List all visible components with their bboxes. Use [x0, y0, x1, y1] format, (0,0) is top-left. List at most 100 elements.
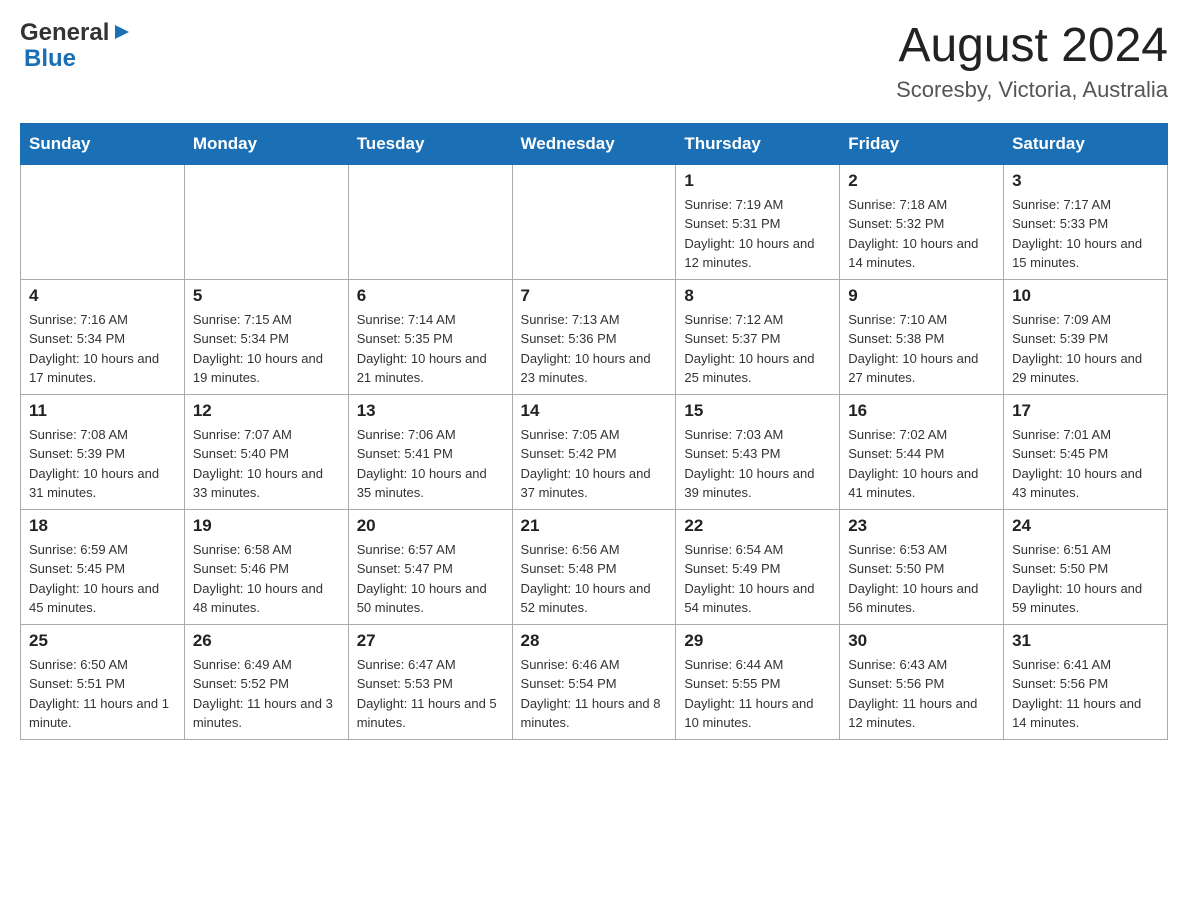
calendar-cell-w2-d4: 8 Sunrise: 7:12 AM Sunset: 5:37 PM Daylig…	[676, 279, 840, 394]
day-info-6: Sunrise: 7:14 AM Sunset: 5:35 PM Dayligh…	[357, 310, 504, 388]
header-friday: Friday	[840, 123, 1004, 164]
day-info-11: Sunrise: 7:08 AM Sunset: 5:39 PM Dayligh…	[29, 425, 176, 503]
calendar-cell-w4-d2: 20Sunrise: 6:57 AM Sunset: 5:47 PM Dayli…	[348, 509, 512, 624]
calendar-cell-w4-d3: 21 Sunrise: 6:56 AM Sunset: 5:48 PM Dayli…	[512, 509, 676, 624]
page-header: General Blue August 2024 Scoresby, Victo…	[20, 20, 1168, 103]
day-number-28: 28	[521, 631, 668, 651]
header-tuesday: Tuesday	[348, 123, 512, 164]
location-subtitle: Scoresby, Victoria, Australia	[896, 77, 1168, 103]
day-number-31: 31	[1012, 631, 1159, 651]
day-info-8: Sunrise: 7:12 AM Sunset: 5:37 PM Dayligh…	[684, 310, 831, 388]
day-info-27: Sunrise: 6:47 AM Sunset: 5:53 PM Dayligh…	[357, 655, 504, 733]
calendar-cell-w4-d1: 19Sunrise: 6:58 AM Sunset: 5:46 PM Dayli…	[184, 509, 348, 624]
day-number-4: 4	[29, 286, 176, 306]
calendar-cell-w5-d4: 29 Sunrise: 6:44 AM Sunset: 5:55 PM Dayli…	[676, 624, 840, 739]
calendar-cell-w1-d3	[512, 164, 676, 279]
day-number-27: 27	[357, 631, 504, 651]
calendar-cell-w5-d0: 25Sunrise: 6:50 AM Sunset: 5:51 PM Dayli…	[21, 624, 185, 739]
day-number-14: 14	[521, 401, 668, 421]
day-info-1: Sunrise: 7:19 AM Sunset: 5:31 PM Dayligh…	[684, 195, 831, 273]
calendar-cell-w4-d0: 18Sunrise: 6:59 AM Sunset: 5:45 PM Dayli…	[21, 509, 185, 624]
day-info-17: Sunrise: 7:01 AM Sunset: 5:45 PM Dayligh…	[1012, 425, 1159, 503]
day-info-13: Sunrise: 7:06 AM Sunset: 5:41 PM Dayligh…	[357, 425, 504, 503]
calendar-cell-w3-d1: 12 Sunrise: 7:07 AM Sunset: 5:40 PM Dayli…	[184, 394, 348, 509]
logo-blue: Blue	[24, 46, 133, 72]
header-wednesday: Wednesday	[512, 123, 676, 164]
calendar-cell-w1-d5: 2 Sunrise: 7:18 AM Sunset: 5:32 PM Daylig…	[840, 164, 1004, 279]
day-number-23: 23	[848, 516, 995, 536]
day-number-7: 7	[521, 286, 668, 306]
day-number-2: 2	[848, 171, 995, 191]
calendar-header-row: Sunday Monday Tuesday Wednesday Thursday…	[21, 123, 1168, 164]
day-number-17: 17	[1012, 401, 1159, 421]
calendar-cell-w2-d3: 7 Sunrise: 7:13 AM Sunset: 5:36 PM Daylig…	[512, 279, 676, 394]
calendar-cell-w5-d5: 30 Sunrise: 6:43 AM Sunset: 5:56 PM Dayli…	[840, 624, 1004, 739]
day-info-4: Sunrise: 7:16 AM Sunset: 5:34 PM Dayligh…	[29, 310, 176, 388]
calendar-week-5: 25Sunrise: 6:50 AM Sunset: 5:51 PM Dayli…	[21, 624, 1168, 739]
day-number-1: 1	[684, 171, 831, 191]
day-number-26: 26	[193, 631, 340, 651]
day-info-19: Sunrise: 6:58 AM Sunset: 5:46 PM Dayligh…	[193, 540, 340, 618]
day-info-7: Sunrise: 7:13 AM Sunset: 5:36 PM Dayligh…	[521, 310, 668, 388]
day-info-28: Sunrise: 6:46 AM Sunset: 5:54 PM Dayligh…	[521, 655, 668, 733]
day-info-14: Sunrise: 7:05 AM Sunset: 5:42 PM Dayligh…	[521, 425, 668, 503]
calendar-table: Sunday Monday Tuesday Wednesday Thursday…	[20, 123, 1168, 740]
day-number-8: 8	[684, 286, 831, 306]
header-sunday: Sunday	[21, 123, 185, 164]
calendar-cell-w3-d4: 15Sunrise: 7:03 AM Sunset: 5:43 PM Dayli…	[676, 394, 840, 509]
calendar-cell-w3-d0: 11 Sunrise: 7:08 AM Sunset: 5:39 PM Dayli…	[21, 394, 185, 509]
day-number-21: 21	[521, 516, 668, 536]
day-number-3: 3	[1012, 171, 1159, 191]
day-info-15: Sunrise: 7:03 AM Sunset: 5:43 PM Dayligh…	[684, 425, 831, 503]
day-info-12: Sunrise: 7:07 AM Sunset: 5:40 PM Dayligh…	[193, 425, 340, 503]
day-info-5: Sunrise: 7:15 AM Sunset: 5:34 PM Dayligh…	[193, 310, 340, 388]
calendar-cell-w3-d6: 17 Sunrise: 7:01 AM Sunset: 5:45 PM Dayli…	[1004, 394, 1168, 509]
calendar-week-2: 4 Sunrise: 7:16 AM Sunset: 5:34 PM Daylig…	[21, 279, 1168, 394]
day-number-25: 25	[29, 631, 176, 651]
day-number-6: 6	[357, 286, 504, 306]
day-info-10: Sunrise: 7:09 AM Sunset: 5:39 PM Dayligh…	[1012, 310, 1159, 388]
header-thursday: Thursday	[676, 123, 840, 164]
calendar-cell-w1-d2	[348, 164, 512, 279]
calendar-cell-w5-d1: 26 Sunrise: 6:49 AM Sunset: 5:52 PM Dayli…	[184, 624, 348, 739]
logo: General Blue	[20, 20, 133, 73]
day-number-29: 29	[684, 631, 831, 651]
day-number-20: 20	[357, 516, 504, 536]
day-number-24: 24	[1012, 516, 1159, 536]
calendar-cell-w1-d1	[184, 164, 348, 279]
header-saturday: Saturday	[1004, 123, 1168, 164]
day-number-16: 16	[848, 401, 995, 421]
calendar-week-3: 11 Sunrise: 7:08 AM Sunset: 5:39 PM Dayli…	[21, 394, 1168, 509]
day-number-10: 10	[1012, 286, 1159, 306]
calendar-cell-w1-d4: 1 Sunrise: 7:19 AM Sunset: 5:31 PM Daylig…	[676, 164, 840, 279]
calendar-cell-w5-d3: 28 Sunrise: 6:46 AM Sunset: 5:54 PM Dayli…	[512, 624, 676, 739]
day-info-30: Sunrise: 6:43 AM Sunset: 5:56 PM Dayligh…	[848, 655, 995, 733]
day-number-18: 18	[29, 516, 176, 536]
day-info-2: Sunrise: 7:18 AM Sunset: 5:32 PM Dayligh…	[848, 195, 995, 273]
logo-arrow-icon	[111, 21, 133, 43]
calendar-cell-w1-d0	[21, 164, 185, 279]
calendar-cell-w1-d6: 3 Sunrise: 7:17 AM Sunset: 5:33 PM Daylig…	[1004, 164, 1168, 279]
day-info-29: Sunrise: 6:44 AM Sunset: 5:55 PM Dayligh…	[684, 655, 831, 733]
day-info-3: Sunrise: 7:17 AM Sunset: 5:33 PM Dayligh…	[1012, 195, 1159, 273]
day-info-9: Sunrise: 7:10 AM Sunset: 5:38 PM Dayligh…	[848, 310, 995, 388]
day-info-31: Sunrise: 6:41 AM Sunset: 5:56 PM Dayligh…	[1012, 655, 1159, 733]
day-info-24: Sunrise: 6:51 AM Sunset: 5:50 PM Dayligh…	[1012, 540, 1159, 618]
day-number-5: 5	[193, 286, 340, 306]
calendar-cell-w2-d5: 9 Sunrise: 7:10 AM Sunset: 5:38 PM Daylig…	[840, 279, 1004, 394]
title-block: August 2024 Scoresby, Victoria, Australi…	[896, 20, 1168, 103]
day-number-30: 30	[848, 631, 995, 651]
calendar-cell-w2-d6: 10 Sunrise: 7:09 AM Sunset: 5:39 PM Dayli…	[1004, 279, 1168, 394]
calendar-cell-w2-d0: 4 Sunrise: 7:16 AM Sunset: 5:34 PM Daylig…	[21, 279, 185, 394]
header-monday: Monday	[184, 123, 348, 164]
day-number-9: 9	[848, 286, 995, 306]
day-number-12: 12	[193, 401, 340, 421]
calendar-cell-w4-d4: 22Sunrise: 6:54 AM Sunset: 5:49 PM Dayli…	[676, 509, 840, 624]
day-number-11: 11	[29, 401, 176, 421]
calendar-cell-w5-d2: 27 Sunrise: 6:47 AM Sunset: 5:53 PM Dayli…	[348, 624, 512, 739]
day-info-21: Sunrise: 6:56 AM Sunset: 5:48 PM Dayligh…	[521, 540, 668, 618]
day-number-13: 13	[357, 401, 504, 421]
day-info-26: Sunrise: 6:49 AM Sunset: 5:52 PM Dayligh…	[193, 655, 340, 733]
calendar-cell-w5-d6: 31 Sunrise: 6:41 AM Sunset: 5:56 PM Dayli…	[1004, 624, 1168, 739]
calendar-cell-w2-d1: 5 Sunrise: 7:15 AM Sunset: 5:34 PM Daylig…	[184, 279, 348, 394]
